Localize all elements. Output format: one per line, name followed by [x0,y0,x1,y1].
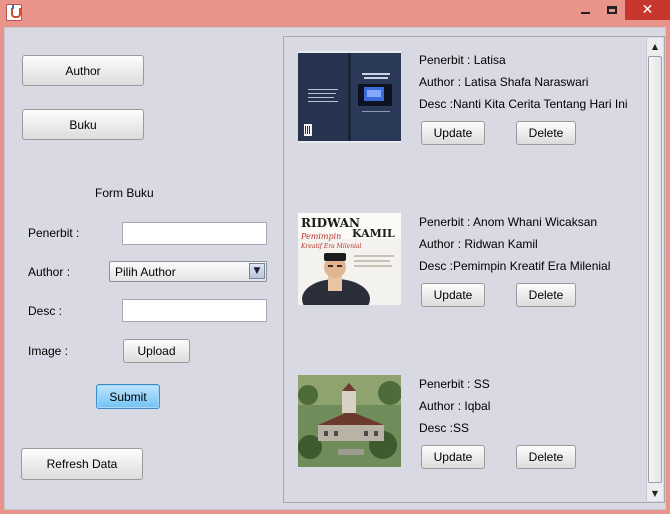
book-2-update-button[interactable]: Update [421,283,485,307]
chevron-down-icon[interactable]: ▼ [249,263,265,279]
author-select[interactable]: Pilih Author ▼ [109,261,267,282]
book-1-delete-button[interactable]: Delete [516,121,576,145]
book-3-desc: Desc :SS [419,421,470,435]
penerbit-field[interactable] [122,222,267,245]
book-1-update-button[interactable]: Update [421,121,485,145]
close-icon: ✕ [641,2,654,18]
minimize-icon [580,12,590,14]
submit-button[interactable]: Submit [96,384,160,409]
vertical-scrollbar[interactable]: ▲ ▼ [646,38,663,501]
scroll-thumb[interactable] [648,56,662,483]
scroll-up-icon[interactable]: ▲ [647,38,663,54]
author-button[interactable]: Author [22,55,144,86]
title-bar: ✕ [0,0,670,26]
penerbit-label: Penerbit : [28,226,80,240]
book-cover-3 [298,375,401,467]
book-cover-2: RIDWAN KAMIL Pemimpin Kreatif Era Mileni… [298,213,401,305]
minimize-button[interactable] [572,0,598,20]
author-select-value: Pilih Author [115,264,176,279]
book-1-penerbit: Penerbit : Latisa [419,53,506,67]
book-2-cover-title-2: KAMIL [352,227,395,240]
book-3-author: Author : Iqbal [419,399,491,413]
book-3-update-button[interactable]: Update [421,445,485,469]
book-2-cover-subtitle-1: Pemimpin [300,232,341,241]
book-cover-1 [298,51,401,143]
book-2-author: Author : Ridwan Kamil [419,237,538,251]
buku-button[interactable]: Buku [22,109,144,140]
upload-button[interactable]: Upload [123,339,190,363]
author-label: Author : [28,265,71,279]
close-button[interactable]: ✕ [625,0,670,20]
book-2-delete-button[interactable]: Delete [516,283,576,307]
maximize-icon [607,6,617,14]
book-3-penerbit: Penerbit : SS [419,377,490,391]
book-2-cover-subtitle-2: Kreatif Era Milenial [300,243,362,250]
java-coffee-icon [6,4,22,21]
desc-label: Desc : [28,304,63,318]
image-label: Image : [28,344,69,358]
maximize-button[interactable] [599,0,625,20]
refresh-data-button[interactable]: Refresh Data [21,448,143,480]
book-list-panel[interactable]: Penerbit : Latisa Author : Latisa Shafa … [283,36,665,503]
book-1-desc: Desc :Nanti Kita Cerita Tentang Hari Ini [419,97,628,111]
book-3-delete-button[interactable]: Delete [516,445,576,469]
form-title: Form Buku [95,186,154,200]
book-2-penerbit: Penerbit : Anom Whani Wicaksan [419,215,598,229]
book-1-author: Author : Latisa Shafa Naraswari [419,75,589,89]
main-panel: Author Buku Form Buku Penerbit : Author … [4,27,666,510]
scroll-down-icon[interactable]: ▼ [647,485,663,501]
book-2-desc: Desc :Pemimpin Kreatif Era Milenial [419,259,611,273]
desc-field[interactable] [122,299,267,322]
